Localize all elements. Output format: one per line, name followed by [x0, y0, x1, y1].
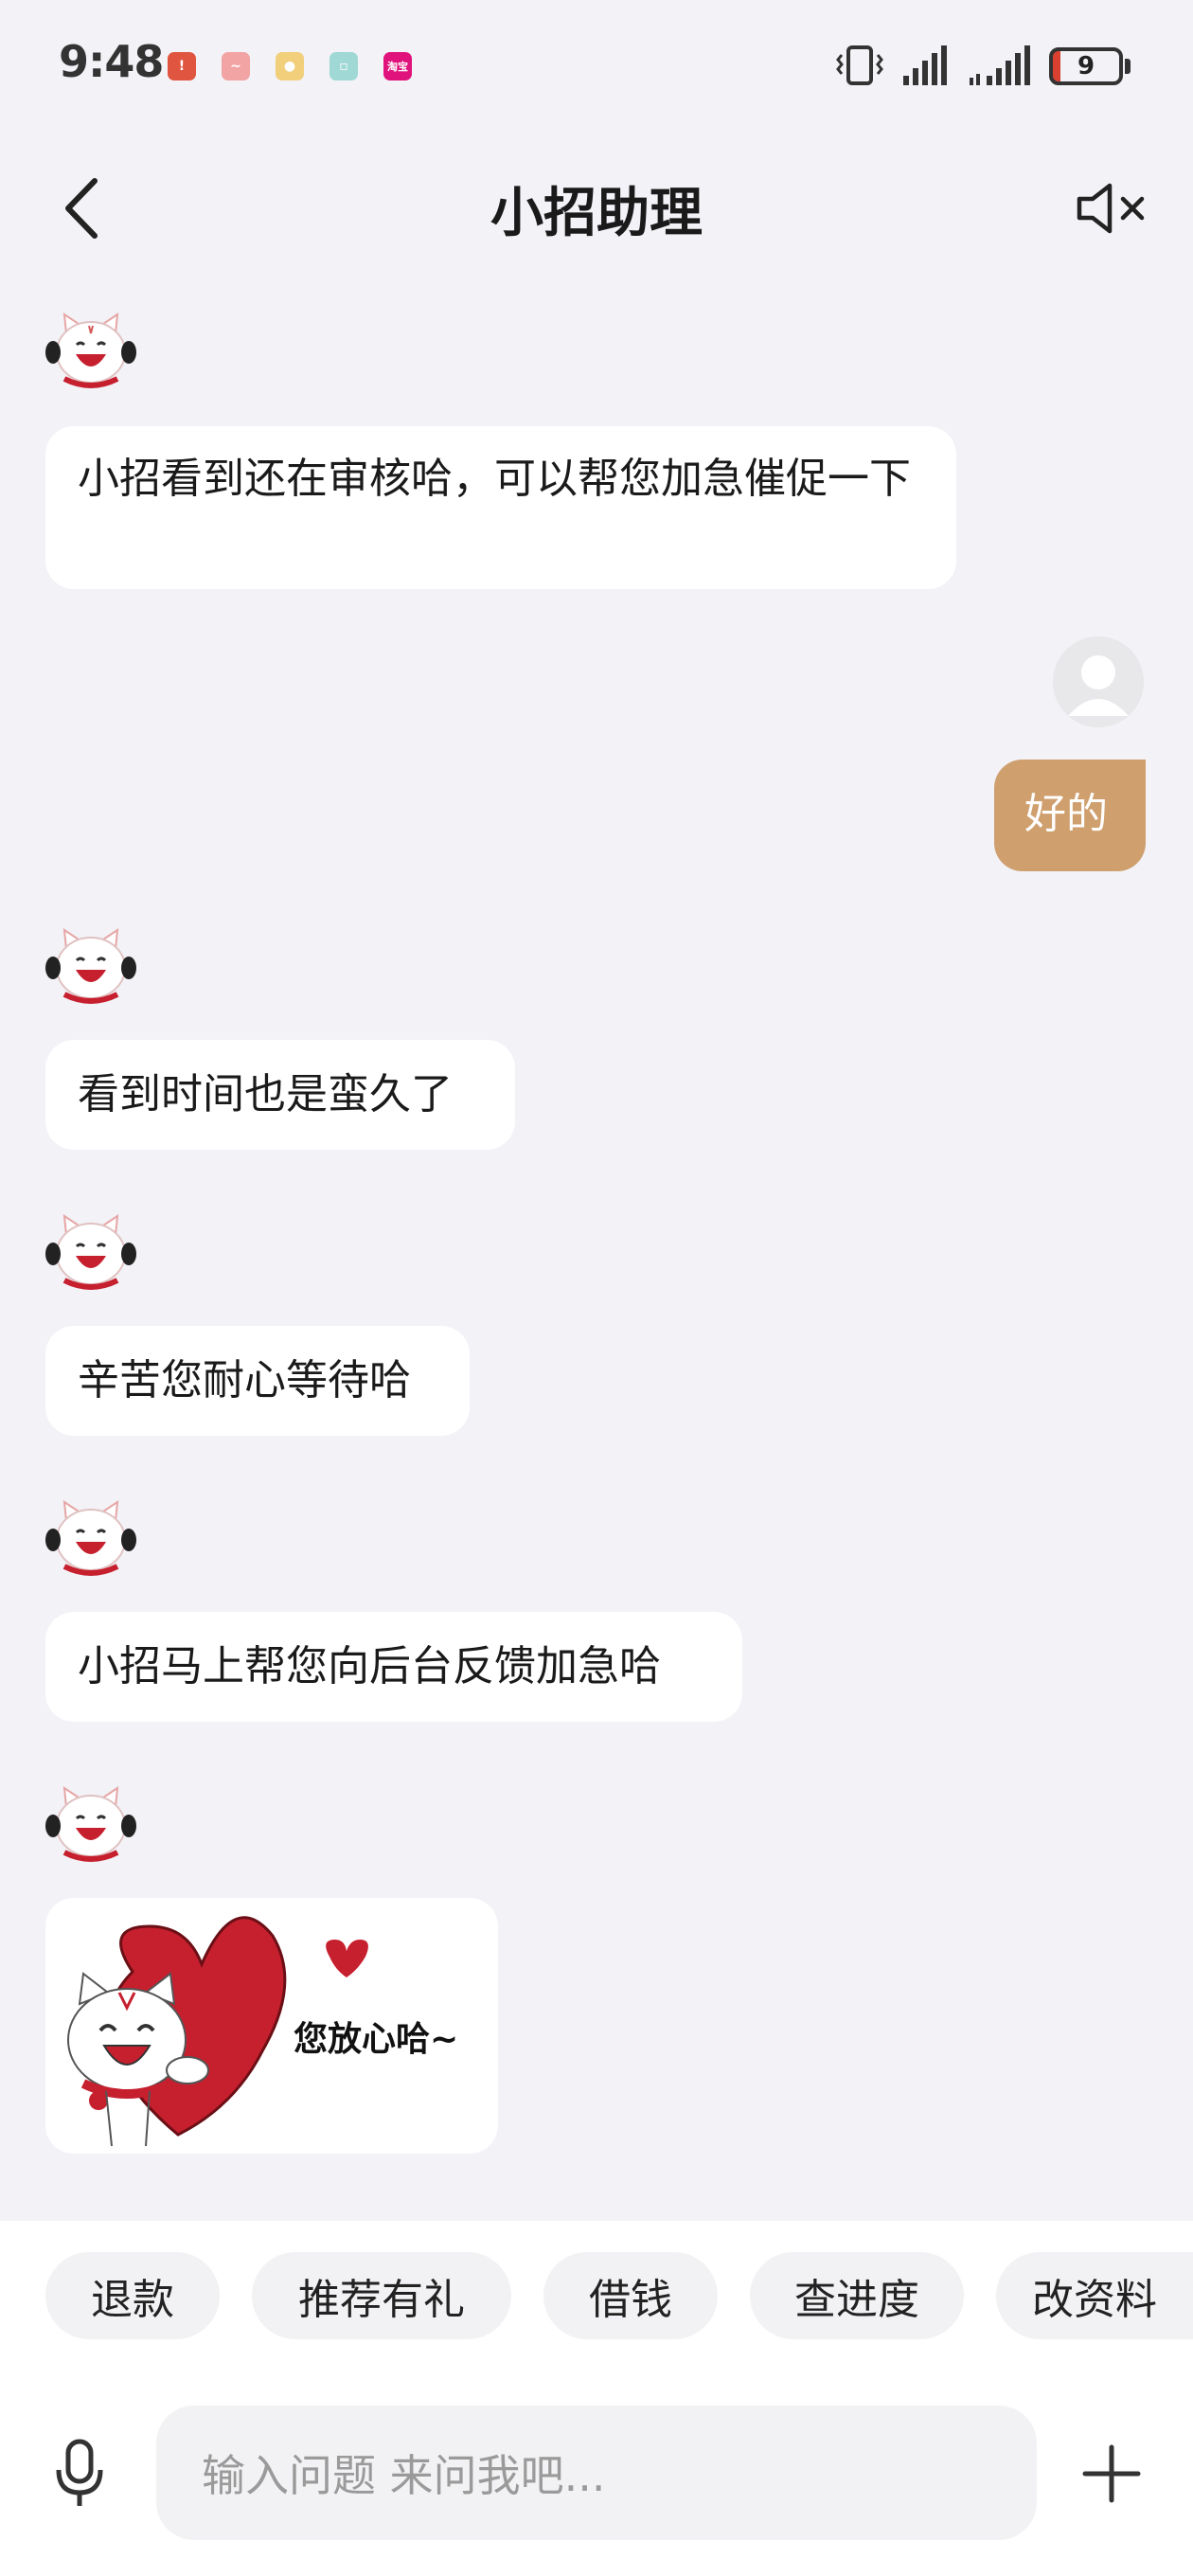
- quick-reply-borrow[interactable]: 借钱: [543, 2252, 718, 2339]
- quick-reply-progress[interactable]: 查进度: [750, 2252, 964, 2339]
- status-time: 9:48: [59, 36, 164, 87]
- bot-avatar: [45, 927, 136, 1004]
- sticker-caption: 您放心哈~: [294, 2020, 459, 2059]
- plus-icon[interactable]: [1081, 2443, 1142, 2504]
- battery-icon: 9: [1049, 47, 1123, 85]
- quick-reply-edit-profile[interactable]: 改资料: [996, 2252, 1193, 2339]
- quick-reply-referral[interactable]: 推荐有礼: [252, 2252, 511, 2339]
- bot-avatar: [45, 312, 136, 388]
- battery-cap: [1125, 59, 1131, 74]
- contact-app-icon: ●: [276, 52, 304, 80]
- sticker-message: 您放心哈~: [45, 1898, 498, 2154]
- page-title: 小招助理: [490, 183, 703, 244]
- photo-app-icon: ▫: [329, 52, 358, 80]
- bot-message-bubble: 小招看到还在审核哈，可以帮您加急催促一下: [45, 426, 956, 589]
- bot-avatar: [45, 1499, 136, 1576]
- vibrate-icon: [836, 45, 883, 85]
- bot-message-bubble: 看到时间也是蛮久了: [45, 1040, 515, 1150]
- wave-app-icon: ~: [222, 52, 250, 80]
- shopping-app-icon: 淘宝: [383, 52, 412, 80]
- signal-icon: [903, 45, 947, 85]
- bot-avatar: [45, 1213, 136, 1290]
- bot-avatar: [45, 1785, 136, 1862]
- quick-reply-refund[interactable]: 退款: [45, 2252, 220, 2339]
- input-placeholder: 输入问题 来问我吧...: [202, 2450, 606, 2501]
- user-message-bubble: 好的: [994, 760, 1146, 871]
- bot-message-bubble: 辛苦您耐心等待哈: [45, 1326, 470, 1436]
- battery-level: 9: [1077, 52, 1095, 80]
- app-notification-icon: !: [168, 52, 196, 80]
- bot-message-bubble: 小招马上帮您向后台反馈加急哈: [45, 1612, 742, 1722]
- user-avatar: [1053, 636, 1144, 727]
- signal-icon-2: [970, 45, 1030, 85]
- speaker-mute-icon[interactable]: [1074, 180, 1149, 237]
- microphone-icon[interactable]: [53, 2438, 106, 2510]
- message-input[interactable]: 输入问题 来问我吧...: [156, 2406, 1037, 2540]
